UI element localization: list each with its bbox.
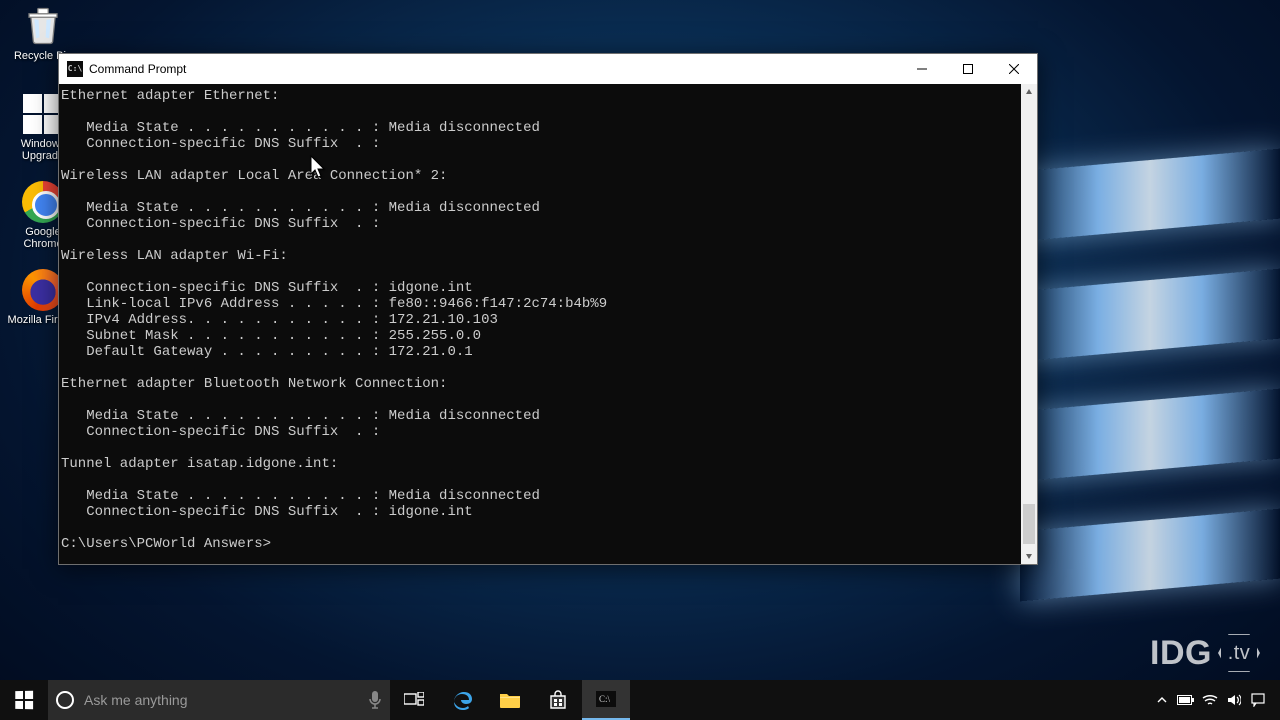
svg-text:C:\: C:\ xyxy=(599,694,611,704)
vertical-scrollbar[interactable] xyxy=(1021,84,1037,564)
cmd-title-icon: C:\ xyxy=(67,61,83,77)
watermark-hex-icon: .tv xyxy=(1218,632,1260,674)
store-taskbar-button[interactable] xyxy=(534,680,582,720)
scroll-thumb[interactable] xyxy=(1023,504,1035,544)
tray-notifications-icon[interactable] xyxy=(1246,680,1270,720)
start-button[interactable] xyxy=(0,680,48,720)
edge-taskbar-button[interactable] xyxy=(438,680,486,720)
idg-tv-watermark: IDG .tv xyxy=(1150,632,1260,674)
scroll-up-button[interactable] xyxy=(1021,84,1037,100)
system-tray xyxy=(1150,680,1280,720)
title-bar[interactable]: C:\ Command Prompt xyxy=(59,54,1037,84)
minimize-button[interactable] xyxy=(899,54,945,84)
file-explorer-taskbar-button[interactable] xyxy=(486,680,534,720)
terminal-output[interactable]: Ethernet adapter Ethernet: Media State .… xyxy=(59,84,1021,564)
scroll-down-button[interactable] xyxy=(1021,548,1037,564)
search-placeholder: Ask me anything xyxy=(84,692,368,708)
wallpaper-light-bands xyxy=(1020,160,1280,590)
command-prompt-window: C:\ Command Prompt Ethernet adapter Ethe… xyxy=(58,53,1038,565)
maximize-button[interactable] xyxy=(945,54,991,84)
task-view-button[interactable] xyxy=(390,680,438,720)
taskbar: Ask me anything C:\ xyxy=(0,680,1280,720)
close-button[interactable] xyxy=(991,54,1037,84)
window-title: Command Prompt xyxy=(89,62,899,76)
microphone-icon[interactable] xyxy=(368,690,382,710)
windows-logo-icon xyxy=(15,691,33,709)
tray-wifi-icon[interactable] xyxy=(1198,680,1222,720)
tray-battery-icon[interactable] xyxy=(1174,680,1198,720)
tray-chevron-up-icon[interactable] xyxy=(1150,680,1174,720)
search-box[interactable]: Ask me anything xyxy=(48,680,390,720)
tray-volume-icon[interactable] xyxy=(1222,680,1246,720)
window-controls xyxy=(899,54,1037,84)
cortana-icon xyxy=(56,691,74,709)
command-prompt-taskbar-button[interactable]: C:\ xyxy=(582,680,630,720)
watermark-brand: IDG xyxy=(1150,636,1212,670)
